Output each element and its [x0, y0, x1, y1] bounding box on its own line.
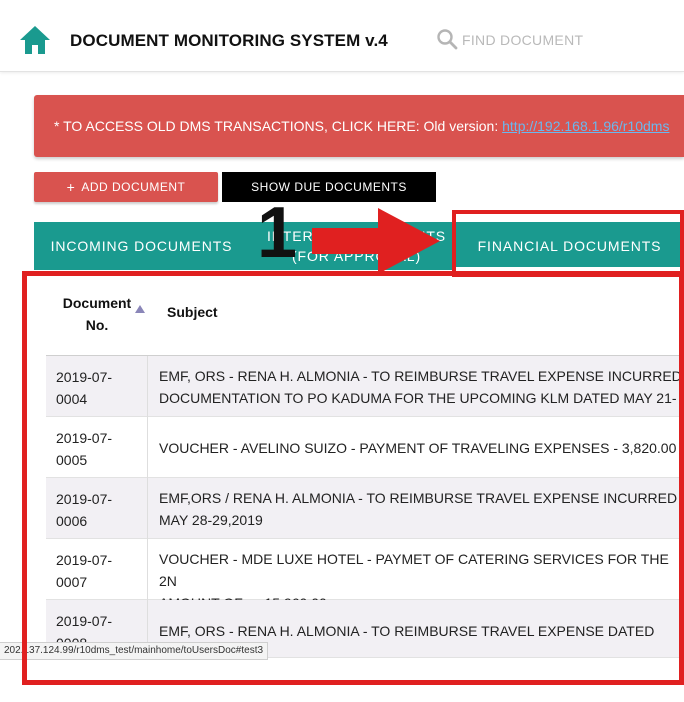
annotation-highlight-financial-tab — [452, 210, 684, 277]
add-document-label: ADD DOCUMENT — [81, 180, 186, 194]
top-header: DOCUMENT MONITORING SYSTEM v.4 — [0, 0, 684, 72]
old-version-link[interactable]: http://192.168.1.96/r10dms — [502, 118, 669, 134]
tab-incoming-documents[interactable]: INCOMING DOCUMENTS — [34, 222, 249, 270]
annotation-highlight-table — [22, 271, 684, 685]
app-title: DOCUMENT MONITORING SYSTEM v.4 — [70, 31, 388, 50]
search-input[interactable] — [462, 28, 672, 52]
annotation-step-number: 1 — [257, 193, 298, 273]
search-icon[interactable] — [436, 28, 458, 50]
annotation-arrow-icon — [312, 208, 440, 274]
show-due-documents-button[interactable]: SHOW DUE DOCUMENTS — [222, 172, 436, 202]
banner-text-line: * TO ACCESS OLD DMS TRANSACTIONS, CLICK … — [54, 118, 669, 134]
home-icon[interactable] — [18, 24, 52, 56]
old-version-banner: * TO ACCESS OLD DMS TRANSACTIONS, CLICK … — [34, 95, 684, 157]
plus-icon: + — [66, 179, 76, 195]
banner-message: * TO ACCESS OLD DMS TRANSACTIONS, CLICK … — [54, 118, 503, 134]
add-document-button[interactable]: + ADD DOCUMENT — [34, 172, 218, 202]
